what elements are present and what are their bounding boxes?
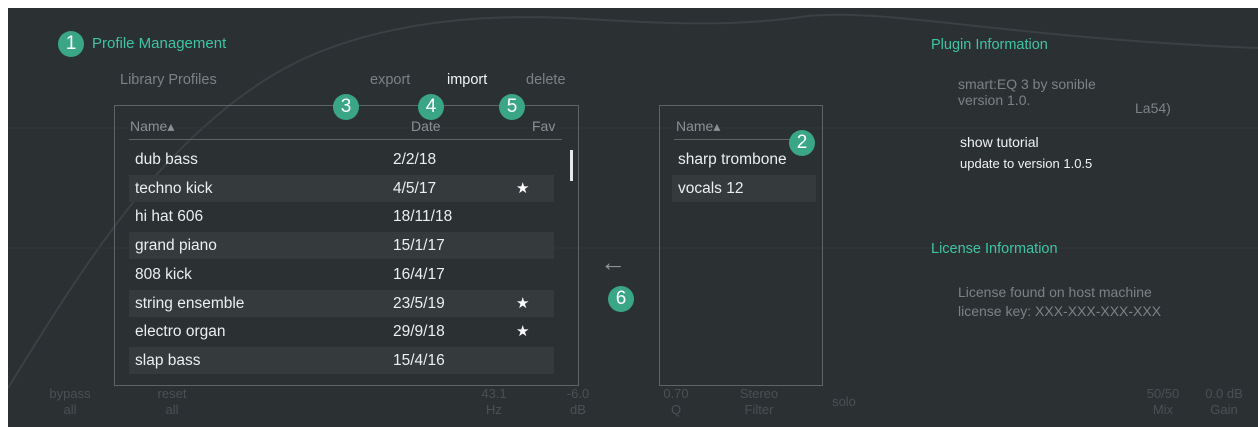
license-information-title: License Information	[931, 241, 1058, 257]
stereo-label: Stereo	[739, 386, 779, 401]
gain-unit: dB	[570, 402, 586, 417]
profile-date: 16/4/17	[393, 265, 445, 283]
header-divider	[129, 139, 562, 140]
profile-name: 808 kick	[135, 265, 192, 283]
mix-value[interactable]: 50/50 Mix	[1133, 386, 1193, 418]
license-status: License found on host machine	[958, 284, 1152, 300]
profile-name: slap bass	[135, 351, 201, 369]
badge-5: 5	[499, 94, 525, 120]
badge-3: 3	[333, 94, 359, 120]
table-row[interactable]: slap bass 15/4/16	[129, 346, 554, 374]
plugin-version-suffix: La54)	[1135, 100, 1171, 116]
profile-name: grand piano	[135, 237, 217, 255]
profile-name: techno kick	[135, 179, 213, 197]
favorite-star-icon[interactable]: ★	[516, 175, 529, 202]
table-row[interactable]: hi hat 606 18/11/18	[129, 203, 554, 230]
delete-button[interactable]: delete	[526, 72, 566, 88]
gain-value[interactable]: -6.0 dB	[548, 386, 608, 418]
mix-number: 50/50	[1146, 386, 1180, 401]
import-arrow-icon[interactable]: ←	[600, 247, 626, 278]
stereo-sublabel: Filter	[744, 402, 774, 417]
scrollbar[interactable]	[570, 150, 573, 181]
profile-date: 15/1/17	[393, 237, 445, 255]
update-link[interactable]: update to version 1.0.5	[960, 156, 1092, 171]
import-profile-name: sharp trombone	[678, 151, 787, 168]
import-profile-name: vocals 12	[678, 179, 744, 197]
import-header-divider	[674, 139, 804, 140]
gain-number: -6.0	[566, 386, 590, 401]
column-header-date[interactable]: Date	[411, 118, 441, 134]
reset-label: reset	[157, 386, 187, 401]
plugin-name: smart:EQ 3 by sonible	[958, 76, 1096, 92]
mix-unit: Mix	[1152, 402, 1174, 417]
table-row[interactable]: 808 kick 16/4/17	[129, 261, 554, 288]
profile-name: string ensemble	[135, 294, 245, 312]
q-unit: Q	[670, 402, 682, 417]
q-value[interactable]: 0.70 Q	[646, 386, 706, 418]
bypass-label: bypass	[49, 386, 91, 401]
badge-4: 4	[418, 94, 444, 120]
stereo-mode[interactable]: Stereo Filter	[729, 386, 789, 418]
frequency-number: 43.1	[481, 386, 507, 401]
favorite-star-icon[interactable]: ★	[516, 290, 529, 317]
badge-1: 1	[58, 31, 84, 57]
solo-button[interactable]: solo	[824, 394, 864, 410]
reset-sublabel: all	[165, 402, 179, 417]
output-gain-value[interactable]: 0.0 dB Gain	[1194, 386, 1254, 418]
output-gain-unit: Gain	[1210, 402, 1238, 417]
plugin-version: version 1.0.	[958, 92, 1031, 108]
table-row[interactable]: electro organ 29/9/18 ★	[129, 318, 554, 345]
column-header-name[interactable]: Name▴	[130, 118, 174, 135]
table-row[interactable]: grand piano 15/1/17	[129, 232, 554, 260]
bypass-sublabel: all	[63, 402, 77, 417]
import-column-header-name[interactable]: Name▴	[676, 118, 720, 135]
badge-6: 6	[608, 286, 634, 312]
column-header-fav[interactable]: Fav	[532, 118, 555, 134]
profile-date: 15/4/16	[393, 351, 445, 369]
library-profiles-table: Name▴ Date Fav dub bass 2/2/18 techno kick…	[114, 105, 579, 386]
profile-date: 29/9/18	[393, 323, 445, 341]
table-row[interactable]: techno kick 4/5/17 ★	[129, 174, 554, 202]
license-key: license key: XXX-XXX-XXX-XXX	[958, 303, 1162, 319]
table-row[interactable]: dub bass 2/2/18	[129, 146, 554, 173]
profile-date: 2/2/18	[393, 151, 437, 168]
output-gain-number: 0.0 dB	[1205, 386, 1243, 401]
export-button[interactable]: export	[370, 72, 410, 88]
q-number: 0.70	[663, 386, 689, 401]
profile-management-title: Profile Management	[92, 35, 227, 52]
library-profiles-label: Library Profiles	[120, 72, 217, 88]
profile-name: hi hat 606	[135, 208, 204, 226]
favorite-star-icon[interactable]: ★	[516, 318, 529, 345]
reset-all-button[interactable]: reset all	[142, 386, 202, 418]
bypass-all-button[interactable]: bypass all	[40, 386, 100, 418]
profile-date: 4/5/17	[393, 179, 437, 197]
import-button[interactable]: import	[447, 72, 487, 88]
profile-name: dub bass	[135, 151, 198, 168]
badge-2: 2	[789, 130, 815, 156]
frequency-value[interactable]: 43.1 Hz	[464, 386, 524, 418]
frequency-unit: Hz	[486, 402, 502, 417]
profile-name: electro organ	[135, 323, 226, 341]
profile-date: 18/11/18	[393, 208, 453, 226]
table-row[interactable]: string ensemble 23/5/19 ★	[129, 289, 554, 317]
plugin-information-title: Plugin Information	[931, 37, 1048, 53]
list-item[interactable]: vocals 12	[672, 174, 816, 202]
show-tutorial-link[interactable]: show tutorial	[960, 134, 1039, 150]
profile-management-overlay: 1 Profile Management Library Profiles ex…	[8, 8, 1258, 427]
profile-date: 23/5/19	[393, 294, 445, 312]
